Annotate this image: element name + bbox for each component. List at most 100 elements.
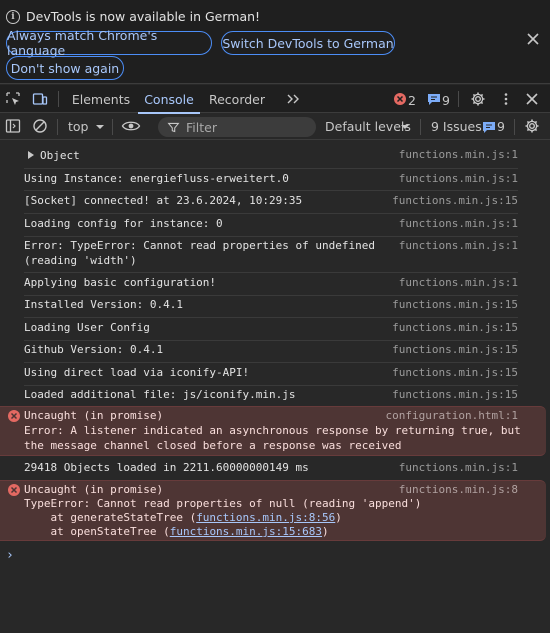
dont-show-again-button[interactable]: Don't show again	[6, 56, 124, 80]
console-error-message[interactable]: Uncaught (in promise) functions.min.js:8…	[0, 480, 546, 541]
console-message[interactable]: [Socket] connected! at 23.6.2024, 10:29:…	[0, 192, 550, 214]
message-source-link[interactable]: functions.min.js:15	[392, 193, 518, 208]
message-text: 29418 Objects loaded in 2211.60000000149…	[24, 461, 309, 474]
message-source-link[interactable]: functions.min.js:15	[392, 320, 518, 335]
issues-message-icon[interactable]	[481, 119, 497, 135]
device-toolbar-icon[interactable]	[32, 91, 48, 107]
message-source-link[interactable]: functions.min.js:15	[392, 297, 518, 312]
message-source-link[interactable]: functions.min.js:1	[399, 147, 518, 162]
error-count[interactable]: 2	[408, 93, 416, 108]
expand-triangle-icon[interactable]	[27, 151, 35, 159]
error-x-icon	[8, 410, 20, 422]
infobar-message: DevTools is now available in German!	[26, 9, 261, 24]
error-count-icon[interactable]	[392, 91, 408, 107]
error-body: Error: A listener indicated an asynchron…	[24, 424, 521, 452]
console-messages: Object functions.min.js:1 Using Instance…	[0, 141, 550, 633]
console-message[interactable]: Loaded additional file: js/iconify.min.j…	[0, 386, 550, 406]
message-text: Github Version: 0.4.1	[24, 343, 164, 356]
settings-gear-icon[interactable]	[470, 91, 486, 107]
error-x-icon	[8, 484, 20, 496]
sidebar-toggle-icon[interactable]	[5, 118, 21, 134]
issues-label[interactable]: 9 Issues:	[431, 119, 486, 134]
console-error-message[interactable]: Uncaught (in promise) configuration.html…	[0, 406, 546, 456]
switch-to-german-button[interactable]: Switch DevTools to German	[221, 31, 395, 55]
message-source-link[interactable]: functions.min.js:1	[399, 275, 518, 290]
divider	[24, 272, 518, 273]
message-text: Using direct load via iconify-API!	[24, 366, 250, 379]
context-selector[interactable]: top	[68, 119, 88, 134]
filter-icon	[167, 122, 180, 132]
message-count[interactable]: 9	[442, 93, 450, 108]
message-text: Loaded additional file: js/iconify.min.j…	[24, 388, 296, 401]
message-text: Object	[40, 149, 80, 162]
filter-field[interactable]	[158, 117, 316, 137]
console-message[interactable]: Applying basic configuration! functions.…	[0, 274, 550, 296]
devtools-tabbar: Elements Console Recorder 2 9	[0, 85, 550, 114]
tab-recorder[interactable]: Recorder	[206, 85, 268, 113]
issues-count[interactable]: 9	[497, 119, 505, 134]
error-body: TypeError: Cannot read properties of nul…	[24, 497, 422, 510]
console-message[interactable]: Error: TypeError: Cannot read properties…	[0, 237, 550, 273]
divider	[24, 213, 518, 214]
message-text: Applying basic configuration!	[24, 276, 217, 289]
error-title: Uncaught (in promise)	[24, 409, 164, 422]
divider	[24, 317, 518, 318]
language-infobar: i DevTools is now available in German! A…	[0, 0, 550, 84]
message-count-icon[interactable]	[426, 91, 442, 107]
more-tabs-icon[interactable]	[285, 91, 301, 107]
stack-frame: at openStateTree (functions.min.js:15:68…	[24, 525, 329, 538]
message-text: Loading User Config	[24, 321, 150, 334]
close-icon[interactable]	[526, 32, 540, 46]
chevron-down-icon[interactable]	[92, 119, 108, 135]
message-source-link[interactable]: functions.min.js:1	[399, 460, 518, 475]
message-text: Installed Version: 0.4.1	[24, 298, 183, 311]
console-message[interactable]: Installed Version: 0.4.1 functions.min.j…	[0, 296, 550, 318]
more-options-icon[interactable]	[498, 91, 514, 107]
clear-console-icon[interactable]	[32, 118, 48, 134]
message-source-link[interactable]: functions.min.js:1	[399, 216, 518, 231]
console-message[interactable]: 29418 Objects loaded in 2211.60000000149…	[0, 457, 550, 479]
info-icon: i	[6, 9, 20, 24]
console-message[interactable]: Loading User Config functions.min.js:15	[0, 319, 550, 341]
message-text: Using Instance: energiefluss-erweitert.0	[24, 172, 289, 185]
stack-frame-link[interactable]: functions.min.js:8:56	[196, 511, 335, 524]
tab-elements[interactable]: Elements	[70, 85, 132, 113]
console-settings-gear-icon[interactable]	[524, 118, 540, 134]
divider	[514, 119, 515, 135]
tab-console[interactable]: Console	[138, 85, 200, 114]
inspect-element-icon[interactable]	[5, 91, 21, 107]
stack-frame: at generateStateTree (functions.min.js:8…	[24, 511, 342, 524]
message-text: Error: TypeError: Cannot read properties…	[24, 239, 375, 267]
console-message[interactable]: Object functions.min.js:1	[0, 147, 550, 169]
divider	[24, 190, 518, 191]
console-prompt[interactable]: ›	[6, 548, 14, 563]
message-source-link[interactable]: functions.min.js:15	[392, 387, 518, 402]
stack-frame-link[interactable]: functions.min.js:15:683	[170, 525, 322, 538]
message-text: Loading config for instance: 0	[24, 217, 223, 230]
divider	[58, 91, 59, 107]
message-source-link[interactable]: functions.min.js:1	[399, 238, 518, 253]
console-toolbar: top Default levels 9 Issues: 9	[0, 114, 550, 140]
divider	[420, 119, 421, 135]
message-text: [Socket] connected! at 23.6.2024, 10:29:…	[24, 194, 303, 207]
error-title: Uncaught (in promise)	[24, 483, 164, 496]
message-source-link[interactable]: functions.min.js:15	[392, 342, 518, 357]
error-source-link[interactable]: functions.min.js:8	[399, 483, 518, 498]
message-source-link[interactable]: functions.min.js:1	[399, 171, 518, 186]
infobar-message-row: i DevTools is now available in German!	[6, 9, 260, 24]
divider	[24, 362, 518, 363]
live-expression-eye-icon[interactable]	[121, 118, 141, 134]
always-match-language-button[interactable]: Always match Chrome's language	[6, 28, 212, 58]
error-source-link[interactable]: configuration.html:1	[386, 409, 518, 424]
console-message[interactable]: Loading config for instance: 0 functions…	[0, 215, 550, 237]
console-message[interactable]: Using direct load via iconify-API! funct…	[0, 364, 550, 386]
divider	[57, 119, 58, 135]
chevron-down-icon[interactable]	[397, 119, 413, 135]
filter-input[interactable]	[186, 119, 306, 135]
close-devtools-icon[interactable]	[524, 91, 540, 107]
console-message[interactable]: Github Version: 0.4.1 functions.min.js:1…	[0, 341, 550, 363]
message-source-link[interactable]: functions.min.js:15	[392, 365, 518, 380]
divider	[458, 91, 459, 107]
divider	[112, 119, 113, 135]
console-message[interactable]: Using Instance: energiefluss-erweitert.0…	[0, 169, 550, 191]
